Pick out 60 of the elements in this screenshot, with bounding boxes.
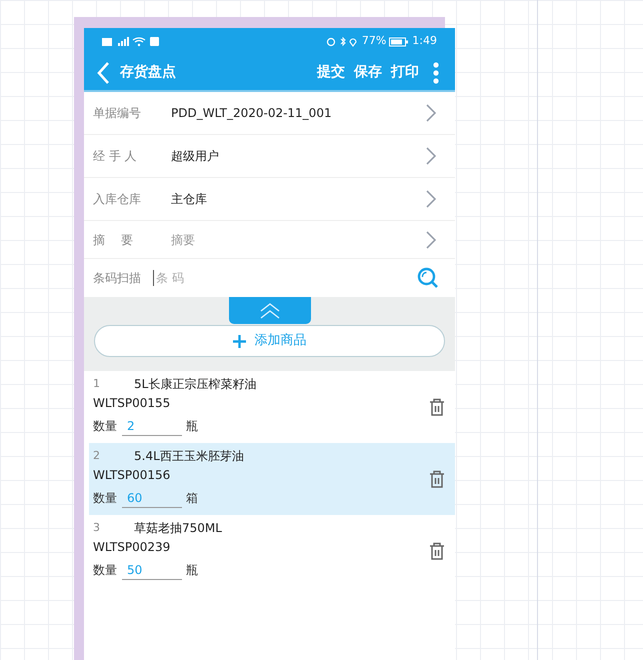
field-placeholder: 摘要 xyxy=(171,232,196,248)
form-row[interactable]: 经 手 人 超级用户 xyxy=(84,135,455,178)
back-button[interactable] xyxy=(96,60,110,84)
chevron-right-icon xyxy=(425,189,437,209)
plus-icon xyxy=(232,334,246,348)
more-button[interactable] xyxy=(433,62,439,84)
item-index: 1 xyxy=(93,376,101,392)
clock-time: 1:49 xyxy=(412,33,437,50)
quantity-label: 数量 xyxy=(93,562,117,579)
unit-label: 瓶 xyxy=(186,418,198,435)
quantity-label: 数量 xyxy=(93,490,117,507)
field-label: 条码扫描 xyxy=(93,270,142,287)
item-index: 2 xyxy=(93,448,101,464)
chevron-right-icon xyxy=(425,146,437,166)
header-action-button[interactable]: 保存 xyxy=(354,62,382,83)
field-label: 经 手 人 xyxy=(93,148,138,165)
product-item[interactable]: 2 5.4L西王玉米胚芽油 WLTSP00156 数量 60 箱 xyxy=(89,443,455,515)
product-name: 草菇老抽750ML xyxy=(134,520,222,537)
quantity-input[interactable]: 60 xyxy=(122,488,182,508)
field-value: PDD_WLT_2020-02-11_001 xyxy=(171,105,333,122)
battery-icon xyxy=(389,36,410,46)
search-icon[interactable] xyxy=(417,267,439,289)
back-icon xyxy=(96,60,110,84)
product-code: WLTSP00155 xyxy=(93,395,172,412)
field-value: 超级用户 xyxy=(171,148,220,165)
double-chevron-up-icon xyxy=(258,302,280,318)
product-code: WLTSP00239 xyxy=(93,539,172,556)
signal-icon xyxy=(102,36,162,46)
form-row[interactable]: 摘 要 摘要 xyxy=(84,221,455,259)
battery-percent: 77% xyxy=(362,33,386,50)
form-row[interactable]: 单据编号 PDD_WLT_2020-02-11_001 xyxy=(84,92,455,135)
unit-label: 瓶 xyxy=(186,562,198,579)
form-row[interactable]: 入库仓库 主仓库 xyxy=(84,178,455,221)
delete-button[interactable] xyxy=(429,398,445,416)
field-label: 单据编号 xyxy=(93,105,142,122)
delete-button[interactable] xyxy=(429,470,445,488)
collapse-tab[interactable] xyxy=(228,297,310,324)
barcode-input[interactable]: 条 码 xyxy=(153,270,417,286)
quantity-label: 数量 xyxy=(93,418,117,435)
delete-button[interactable] xyxy=(429,542,445,560)
page-title: 存货盘点 xyxy=(120,63,176,82)
chevron-right-icon xyxy=(425,103,437,123)
chevron-right-icon xyxy=(425,230,437,250)
field-value: 主仓库 xyxy=(171,191,208,208)
quantity-input[interactable]: 50 xyxy=(122,560,182,580)
unit-label: 箱 xyxy=(186,490,198,507)
product-name: 5.4L西王玉米胚芽油 xyxy=(134,448,244,465)
trash-icon xyxy=(429,398,445,416)
product-name: 5L长康正宗压榨菜籽油 xyxy=(134,376,256,393)
header-action-button[interactable]: 提交 xyxy=(317,62,345,83)
trash-icon xyxy=(429,542,445,560)
quantity-input[interactable]: 2 xyxy=(122,416,182,436)
field-label: 摘 要 xyxy=(93,232,134,248)
product-code: WLTSP00156 xyxy=(93,467,172,484)
header-action-button[interactable]: 打印 xyxy=(391,62,419,83)
item-index: 3 xyxy=(93,520,101,536)
trash-icon xyxy=(429,470,445,488)
more-icon xyxy=(433,62,439,84)
field-label: 入库仓库 xyxy=(93,191,142,208)
add-product-button[interactable]: 添加商品 xyxy=(94,325,445,357)
